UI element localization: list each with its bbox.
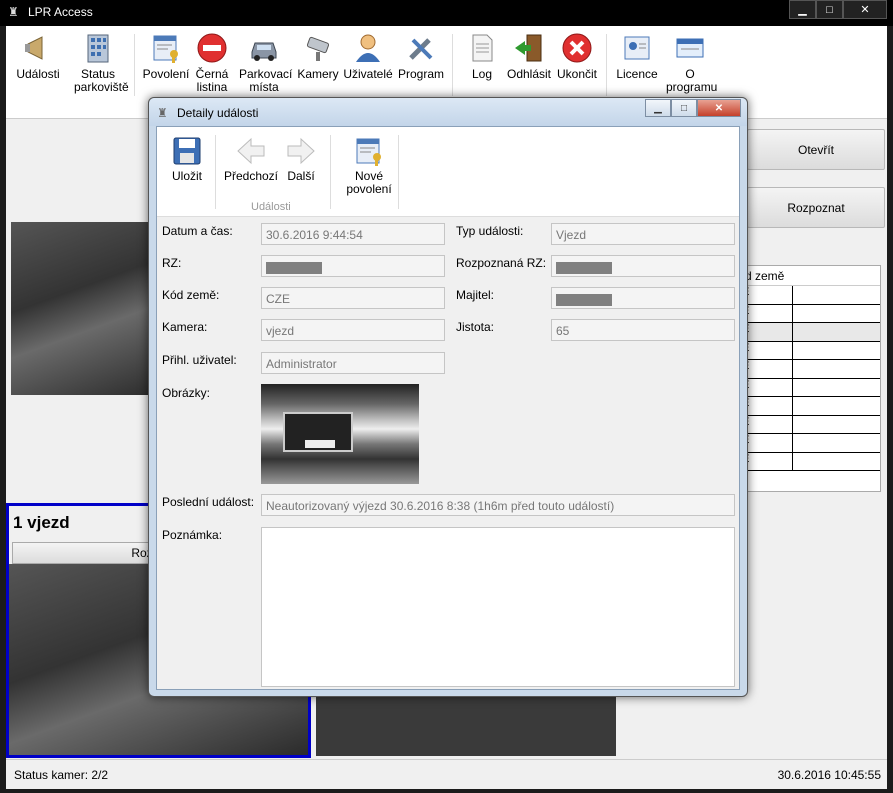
camera-label: Kamera: [162,320,208,334]
previous-button[interactable]: Předchozí [223,135,279,183]
note-label: Poznámka: [162,528,223,542]
camera-status: Status kamer: 2/2 [14,768,109,782]
events-group-label: Události [251,201,291,213]
table-row[interactable]: E [741,415,880,434]
table-row[interactable]: E [741,286,880,305]
note-textarea[interactable] [261,527,735,687]
window-title: LPR Access [28,5,93,19]
floppy-disk-icon [171,135,203,167]
datetime-label: Datum a čas: [162,224,233,238]
povoleni-button[interactable]: Povolení [140,32,192,81]
table-row[interactable]: E [741,378,880,397]
confidence-field[interactable]: 65 [551,319,735,341]
recognized-plate-field[interactable] [551,255,735,277]
document-icon [466,32,498,64]
title-bar: ♜ LPR Access ▁ □ ✕ [0,0,893,26]
log-button[interactable]: Log [462,32,502,81]
table-row[interactable]: E [741,304,880,323]
parkovaci-mista-button[interactable]: Parkovací místa [234,32,294,94]
user-icon [352,32,384,64]
maximize-button[interactable]: □ [816,0,843,19]
table-row[interactable]: E [741,341,880,360]
certificate-key-icon [353,135,385,167]
close-button[interactable]: ✕ [843,0,887,19]
minimize-button[interactable]: ▁ [789,0,816,19]
events-table: d země E E E E E E E E E E [740,265,881,492]
arrow-left-icon [235,135,267,167]
udalosti-button[interactable]: Události [14,32,62,81]
last-event-field[interactable]: Neautorizovaný výjezd 30.6.2016 8:38 (1h… [261,494,735,516]
uzivatele-button[interactable]: Uživatelé [342,32,394,81]
o-programu-button[interactable]: O programu [662,32,718,94]
status-datetime: 30.6.2016 10:45:55 [777,768,881,782]
table-row[interactable]: E [741,360,880,379]
ukoncit-button[interactable]: Ukončit [554,32,600,81]
exit-x-icon [561,32,593,64]
last-event-label: Poslední událost: [162,495,255,509]
redacted-recognized-plate [556,261,612,274]
license-icon [621,32,653,64]
redacted-owner [556,293,612,306]
recognized-plate-label: Rozpoznaná RZ: [456,256,547,270]
camera-title: 1 vjezd [13,513,70,532]
app-icon: ♜ [8,5,19,19]
user-label: Přihl. uživatel: [162,353,237,367]
country-field[interactable]: CZE [261,287,445,309]
table-header: d země [741,266,880,286]
licence-button[interactable]: Licence [612,32,662,81]
program-button[interactable]: Program [396,32,446,81]
about-window-icon [674,32,706,64]
dialog-toolbar: Uložit Předchozí Další Události Nové pov… [157,127,739,217]
confidence-label: Jistota: [456,320,495,334]
table-row[interactable]: E [741,434,880,453]
dialog-maximize-button[interactable]: □ [671,99,697,117]
owner-label: Majitel: [456,288,495,302]
country-label: Kód země: [162,288,220,302]
truck-plate [305,440,335,448]
table-row[interactable]: E [741,397,880,416]
plate-label: RZ: [162,256,182,270]
event-type-label: Typ události: [456,224,524,238]
table-row[interactable]: E [741,452,880,471]
kamery-button[interactable]: Kamery [296,32,340,81]
megaphone-icon [22,32,54,64]
certificate-key-icon [150,32,182,64]
open-button[interactable]: Otevřít [747,129,885,170]
arrow-right-icon [285,135,317,167]
user-field[interactable]: Administrator [261,352,445,374]
owner-field[interactable] [551,287,735,309]
dialog-title-bar: ♜ Detaily události ▁ □ ✕ [149,98,747,126]
logout-door-icon [513,32,545,64]
odhlasit-button[interactable]: Odhlásit [506,32,552,81]
images-label: Obrázky: [162,386,211,400]
event-details-dialog: ♜ Detaily události ▁ □ ✕ Uložit Předchoz… [148,97,748,697]
cerna-listina-button[interactable]: Černá listina [192,32,232,94]
plate-field[interactable] [261,255,445,277]
event-image-thumbnail[interactable] [261,384,419,484]
dialog-body: Uložit Předchozí Další Události Nové pov… [156,126,740,690]
dialog-close-button[interactable]: ✕ [697,99,741,117]
camera-icon [302,32,334,64]
redacted-plate [266,261,322,274]
no-entry-icon [196,32,228,64]
dialog-minimize-button[interactable]: ▁ [645,99,671,117]
dialog-title: Detaily události [177,106,259,120]
next-button[interactable]: Další [283,135,319,183]
save-button[interactable]: Uložit [169,135,205,183]
table-row[interactable]: E [741,323,880,342]
app-icon: ♜ [157,106,168,120]
car-icon [248,32,280,64]
camera-field[interactable]: vjezd [261,319,445,341]
tools-icon [405,32,437,64]
building-icon [82,32,114,64]
event-type-field[interactable]: Vjezd [551,223,735,245]
event-details-form: Datum a čas: 30.6.2016 9:44:54 Typ událo… [157,217,739,689]
status-bar: Status kamer: 2/2 30.6.2016 10:45:55 [6,759,887,789]
recognize-button-right[interactable]: Rozpoznat [747,187,885,228]
camera-image-top-left [11,222,161,395]
datetime-field[interactable]: 30.6.2016 9:44:54 [261,223,445,245]
status-parkoviste-button[interactable]: Status parkoviště [66,32,130,94]
new-permit-button[interactable]: Nové povolení [339,135,399,196]
